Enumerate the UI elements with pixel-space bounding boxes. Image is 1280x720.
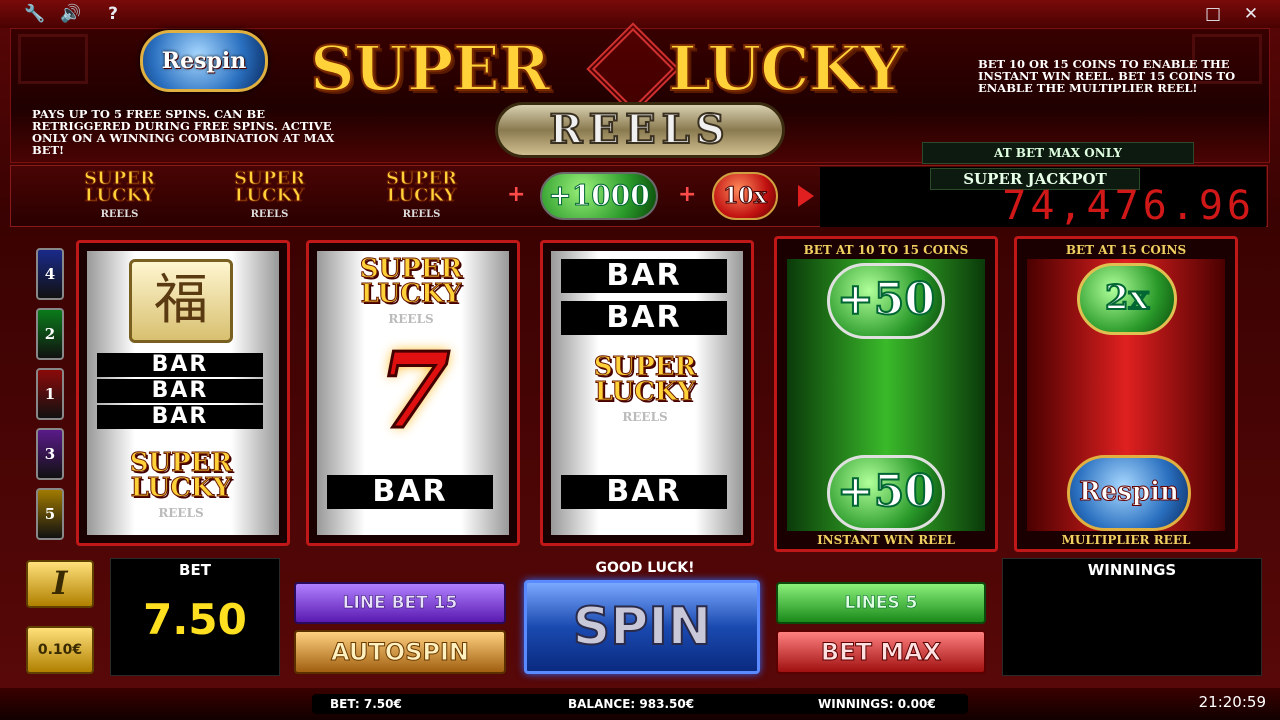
triple-bar-symbol-row: BAR [97, 353, 263, 377]
bet-max-button[interactable]: BET MAX [776, 630, 986, 674]
bet-max-only-banner: AT BET MAX ONLY [922, 142, 1194, 164]
status-bet: BET: 7.50€ [330, 697, 402, 711]
respin-badge-label: Respin [161, 48, 247, 74]
instant-reel-header: BET AT 10 TO 15 COINS [803, 243, 969, 257]
reel-1: 福 BAR BAR BAR SUPER LUCKY REELS [76, 240, 290, 546]
mini-logo-lucky: LUCKY [84, 185, 155, 206]
logo-lucky: LUCKY [130, 473, 232, 503]
mini-logo-reels: REELS [100, 209, 139, 220]
close-icon[interactable]: ✕ [1240, 4, 1262, 24]
speaker-icon[interactable]: 🔊 [60, 4, 82, 24]
payline-indicator-5[interactable]: 5 [36, 488, 64, 540]
bar-symbol: BAR [327, 475, 493, 509]
multiplier-reel-strip: 2x Respin [1027, 259, 1225, 531]
triple-bar-symbol-row: BAR [97, 405, 263, 429]
seven-symbol: 7 [376, 329, 451, 452]
window-toolbar [0, 0, 1280, 28]
instant-reel-strip: +50 +50 [787, 259, 985, 531]
multiplier-reel: BET AT 15 COINS 2x Respin MULTIPLIER REE… [1014, 236, 1238, 552]
multiplier-10x-coin: 10x [712, 172, 778, 220]
logo-lucky: LUCKY [594, 377, 696, 407]
autospin-button[interactable]: AUTOSPIN [294, 630, 506, 674]
instant-reel-caption: INSTANT WIN REEL [817, 533, 955, 547]
mini-logo-lucky: LUCKY [234, 185, 305, 206]
bet-value: 7.50 [143, 595, 247, 644]
info-button[interactable]: i [26, 560, 94, 608]
super-lucky-reels-symbol: SUPER LUCKY REELS [329, 256, 493, 335]
logo-super-text: SUPER [309, 31, 551, 106]
jackpot-value: 74,476.96 [1002, 183, 1255, 229]
double-bar-symbol-row: BAR [561, 301, 727, 335]
plus-sign: + [678, 182, 697, 207]
bonus-1000-coin: +1000 [540, 172, 658, 220]
lattice-decoration-left [18, 34, 88, 84]
logo-lucky-text: LUCKY [667, 31, 905, 106]
respin-badge: Respin [140, 30, 268, 92]
super-lucky-reels-symbol: SUPER LUCKY REELS [563, 354, 727, 433]
plus-50-coin: +50 [827, 455, 945, 531]
multiplier-2x-coin: 2x [1077, 263, 1177, 335]
paytable-logo-3: SUPER LUCKY REELS [364, 169, 479, 224]
status-panel: BET: 7.50€ BALANCE: 983.50€ WINNINGS: 0.… [312, 694, 968, 714]
logo-lucky: LUCKY [360, 279, 462, 309]
multiplier-reel-header: BET AT 15 COINS [1065, 243, 1187, 257]
arrow-right-icon [798, 185, 814, 207]
status-winnings: WINNINGS: 0.00€ [818, 697, 936, 711]
mini-logo-reels: REELS [250, 209, 289, 220]
clock: 21:20:59 [1198, 693, 1266, 711]
lines-button[interactable]: LINES 5 [776, 582, 986, 624]
reel-3: BAR BAR SUPER LUCKY REELS BAR [540, 240, 754, 546]
multiplier-reel-caption: MULTIPLIER REEL [1061, 533, 1191, 547]
payline-indicator-1[interactable]: 1 [36, 368, 64, 420]
coin-value-button[interactable]: 0.10€ [26, 626, 94, 674]
plus-sign: + [507, 182, 526, 207]
bet-label: BET [179, 561, 211, 579]
logo-reels: REELS [622, 410, 668, 424]
respin-symbol: Respin [1067, 455, 1191, 531]
bet-info-text: BET 10 OR 15 COINS TO ENABLE THE INSTANT… [978, 57, 1236, 95]
mini-logo-lucky: LUCKY [386, 185, 457, 206]
status-balance: BALANCE: 983.50€ [568, 697, 695, 711]
wrench-icon[interactable]: 🔧 [24, 4, 46, 24]
plus-50-coin: +50 [827, 263, 945, 339]
fortune-symbol: 福 [129, 259, 233, 343]
reel-2: SUPER LUCKY REELS 7 BAR [306, 240, 520, 546]
payline-indicator-3[interactable]: 3 [36, 428, 64, 480]
maximize-icon[interactable]: □ [1202, 4, 1224, 24]
triple-bar-symbol-row: BAR [97, 379, 263, 403]
instant-win-reel: BET AT 10 TO 15 COINS +50 +50 INSTANT WI… [774, 236, 998, 552]
paytable-logo-2: SUPER LUCKY REELS [212, 169, 327, 224]
line-bet-button[interactable]: LINE BET 15 [294, 582, 506, 624]
status-message: GOOD LUCK! [595, 560, 695, 576]
payline-indicator-4[interactable]: 4 [36, 248, 64, 300]
bar-symbol: BAR [561, 475, 727, 509]
paytable-logo-1: SUPER LUCKY REELS [62, 169, 177, 224]
logo-reels: REELS [158, 506, 204, 520]
spin-button[interactable]: SPIN [524, 580, 760, 674]
winnings-label: WINNINGS [1087, 561, 1177, 579]
mini-logo-reels: REELS [402, 209, 441, 220]
help-icon[interactable]: ? [102, 4, 124, 24]
double-bar-symbol-row: BAR [561, 259, 727, 293]
respin-info-text: PAYS UP TO 5 FREE SPINS. CAN BE RETRIGGE… [32, 107, 335, 157]
payline-indicator-2[interactable]: 2 [36, 308, 64, 360]
logo-reels-text: REELS [495, 102, 785, 158]
super-lucky-reels-symbol: SUPER LUCKY REELS [99, 450, 263, 529]
